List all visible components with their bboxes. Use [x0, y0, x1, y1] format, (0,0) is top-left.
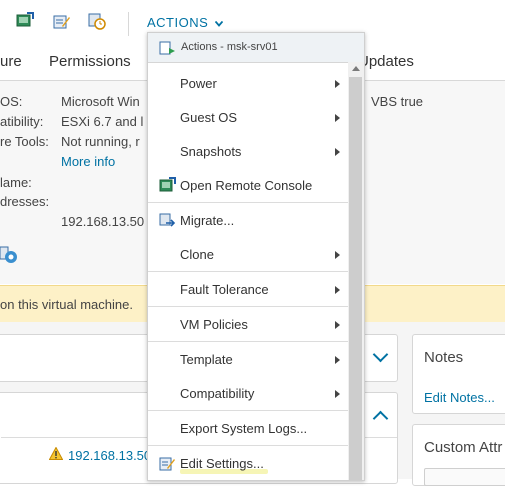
menu-item-export-system-logs[interactable]: Export System Logs...: [148, 412, 348, 446]
chevron-down-icon: [215, 20, 224, 27]
submenu-arrow-icon: [335, 390, 340, 398]
menu-item-open-remote-console[interactable]: Open Remote Console: [148, 169, 348, 203]
menu-item-label: Fault Tolerance: [180, 282, 269, 297]
summary-value: Microsoft Win: [61, 94, 140, 109]
custom-attributes-title: Custom Attr: [424, 439, 503, 456]
menu-item-label: Clone: [180, 247, 214, 262]
migrate-icon: [159, 213, 176, 227]
warning-icon: [49, 447, 63, 460]
custom-attributes-panel: Custom Attr: [412, 424, 505, 486]
edit-settings-icon[interactable]: [53, 12, 71, 30]
actions-menu: Actions - msk-srv01 Power Guest OS Snaps…: [147, 32, 365, 481]
notes-panel: Notes Edit Notes...: [412, 334, 505, 414]
menu-divider: [148, 410, 348, 411]
attribute-filter[interactable]: [424, 468, 505, 486]
vm-power-icon: [159, 41, 175, 55]
actions-label: ACTIONS: [147, 15, 209, 30]
menu-item-clone[interactable]: Clone: [148, 238, 348, 272]
menu-divider: [148, 202, 348, 203]
submenu-arrow-icon: [335, 148, 340, 156]
tab-configure[interactable]: ure: [0, 53, 22, 70]
menu-header: Actions - msk-srv01: [148, 33, 364, 63]
summary-value: Not running, r: [61, 134, 140, 149]
summary-label: atibility:: [0, 114, 44, 129]
menu-divider: [148, 341, 348, 342]
menu-item-power[interactable]: Power: [148, 67, 348, 101]
menu-item-compatibility[interactable]: Compatibility: [148, 377, 348, 411]
submenu-arrow-icon: [335, 286, 340, 294]
menu-item-guest-os[interactable]: Guest OS: [148, 101, 348, 135]
edit-settings-icon: [159, 457, 175, 471]
menu-item-fault-tolerance[interactable]: Fault Tolerance: [148, 273, 348, 307]
tab-updates[interactable]: Updates: [358, 53, 414, 70]
chevron-down-icon[interactable]: [372, 346, 389, 363]
submenu-arrow-icon: [335, 356, 340, 364]
submenu-arrow-icon: [335, 321, 340, 329]
actions-button[interactable]: ACTIONS: [147, 15, 224, 30]
scroll-up-arrow-icon[interactable]: [352, 66, 360, 71]
tab-permissions[interactable]: Permissions: [49, 53, 131, 70]
menu-item-label: Export System Logs...: [180, 421, 308, 436]
menu-item-label: Migrate...: [180, 213, 235, 228]
menu-item-snapshots[interactable]: Snapshots: [148, 135, 348, 169]
menu-item-label: VM Policies: [180, 317, 248, 332]
menu-divider: [148, 271, 348, 272]
scrollbar-thumb[interactable]: [349, 77, 362, 480]
menu-item-edit-settings[interactable]: Edit Settings...: [148, 447, 348, 480]
vm-clock-icon[interactable]: [88, 12, 106, 30]
edit-notes-link[interactable]: Edit Notes...: [424, 390, 495, 405]
submenu-arrow-icon: [335, 251, 340, 259]
remote-console-icon: [159, 177, 176, 192]
vbs-status: VBS true: [371, 94, 424, 109]
summary-label: re Tools:: [0, 134, 49, 149]
menu-item-label: Open Remote Console: [180, 178, 313, 193]
menu-item-label: Edit Settings...: [180, 456, 264, 471]
submenu-arrow-icon: [335, 80, 340, 88]
ip-address-link[interactable]: 192.168.13.50: [68, 448, 151, 463]
menu-item-label: Snapshots: [180, 144, 242, 159]
menu-item-label: Compatibility: [180, 386, 255, 401]
menu-divider: [148, 306, 348, 307]
summary-label: OS:: [0, 94, 23, 109]
notes-title: Notes: [424, 349, 464, 366]
menu-item-template[interactable]: Template: [148, 343, 348, 377]
banner-text: on this virtual machine.: [0, 297, 133, 312]
menu-header-title: Actions - msk-srv01: [181, 41, 278, 53]
summary-value: ESXi 6.7 and l: [61, 114, 144, 129]
toolbar-divider: [128, 12, 129, 36]
menu-item-vm-policies[interactable]: VM Policies: [148, 308, 348, 342]
submenu-arrow-icon: [335, 114, 340, 122]
vm-gear-icon: [0, 246, 17, 263]
menu-item-label: Power: [180, 76, 217, 91]
ip-address: 192.168.13.50: [61, 214, 145, 229]
menu-item-migrate[interactable]: Migrate...: [148, 204, 348, 238]
menu-item-label: Guest OS: [180, 110, 238, 125]
more-info-link[interactable]: More info: [61, 154, 115, 169]
summary-label: lame:: [0, 175, 32, 190]
console-icon[interactable]: [16, 12, 34, 30]
summary-label: dresses:: [0, 194, 50, 209]
chevron-up-icon[interactable]: [372, 410, 389, 427]
menu-item-label: Template: [180, 352, 233, 367]
menu-divider: [148, 445, 348, 446]
